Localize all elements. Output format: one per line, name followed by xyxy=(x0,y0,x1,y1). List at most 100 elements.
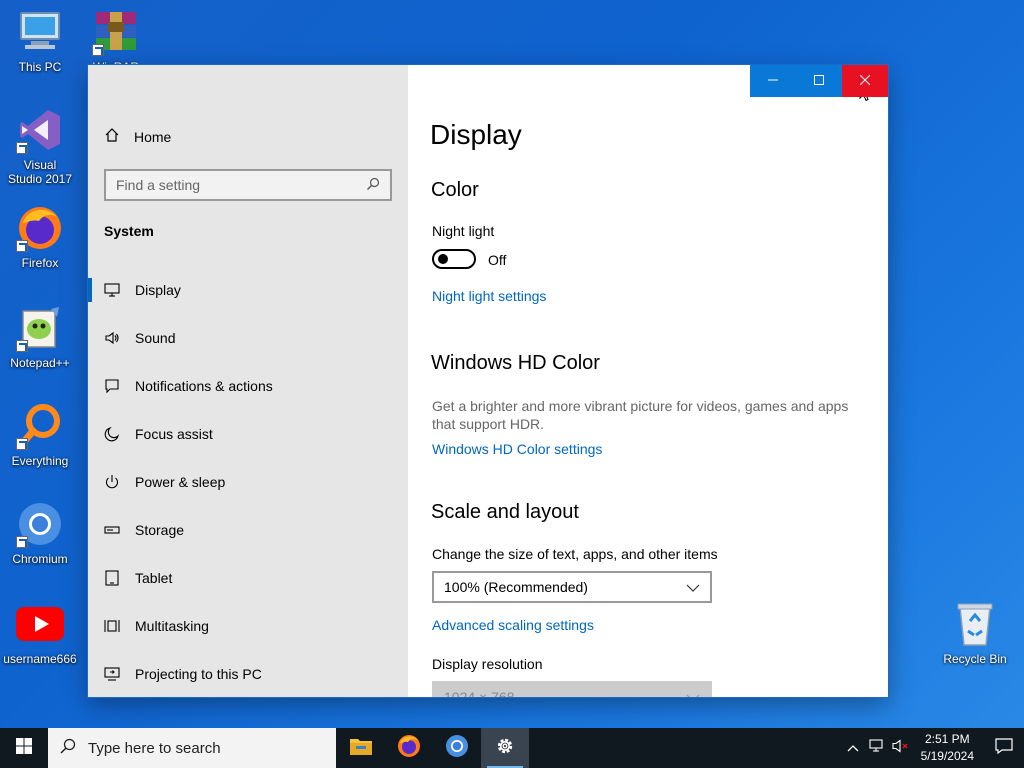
shortcut-arrow-icon xyxy=(16,340,28,352)
desktop-icon-label: Firefox xyxy=(21,256,59,270)
system-section-heading: System xyxy=(104,223,154,239)
taskbar-firefox[interactable] xyxy=(385,728,433,768)
desktop-icon-firefox[interactable]: Firefox xyxy=(0,204,80,270)
shortcut-arrow-icon xyxy=(16,240,28,252)
power-icon xyxy=(104,474,120,490)
taskbar-file-explorer[interactable] xyxy=(337,728,385,768)
resolution-dropdown[interactable]: 1024 × 768 xyxy=(432,681,712,697)
desktop-icon-chromium[interactable]: Chromium xyxy=(0,500,80,566)
this-pc-icon xyxy=(16,8,64,56)
desktop-icon-visual-studio[interactable]: Visual Studio 2017 xyxy=(0,106,80,186)
sidebar-item-label: Multitasking xyxy=(135,618,209,634)
system-tray: 2:51 PM 5/19/2024 xyxy=(841,728,1024,768)
taskbar-settings[interactable] xyxy=(481,728,529,768)
shortcut-arrow-icon xyxy=(16,438,28,450)
desktop-icon-everything[interactable]: Everything xyxy=(0,402,80,468)
desktop-icon-label: This PC xyxy=(18,60,62,74)
desktop-icon-label: Everything xyxy=(11,454,69,468)
sidebar-item-display[interactable]: Display xyxy=(88,266,408,314)
night-light-toggle[interactable] xyxy=(432,249,476,269)
start-button[interactable] xyxy=(0,728,48,768)
desktop-icon-label: Recycle Bin xyxy=(943,652,1007,666)
notepadpp-icon xyxy=(16,304,64,352)
find-setting-input[interactable]: Find a setting xyxy=(104,169,392,201)
home-label: Home xyxy=(134,128,172,145)
sidebar-item-tablet[interactable]: Tablet xyxy=(88,554,408,602)
everything-icon xyxy=(16,402,64,450)
volume-tray-button[interactable] xyxy=(889,728,913,768)
sidebar-item-label: Tablet xyxy=(135,570,173,586)
hd-color-settings-link[interactable]: Windows HD Color settings xyxy=(432,441,602,457)
sidebar-item-multitasking[interactable]: Multitasking xyxy=(88,602,408,650)
advanced-scaling-link[interactable]: Advanced scaling settings xyxy=(432,617,594,633)
home-icon xyxy=(104,127,120,146)
close-button[interactable] xyxy=(842,65,888,97)
night-light-label: Night light xyxy=(432,223,495,239)
recycle-bin-icon xyxy=(951,600,999,648)
minimize-button[interactable] xyxy=(750,65,796,97)
desktop-icon-label: Chromium xyxy=(12,552,68,566)
sidebar-item-storage[interactable]: Storage xyxy=(88,506,408,554)
sidebar-item-label: Projecting to this PC xyxy=(135,666,262,682)
desktop-icon-recycle-bin[interactable]: Recycle Bin xyxy=(935,600,1015,666)
action-center-button[interactable] xyxy=(984,728,1024,768)
sidebar-item-power-sleep[interactable]: Power & sleep xyxy=(88,458,408,506)
scale-dropdown[interactable]: 100% (Recommended) xyxy=(432,571,712,603)
desktop-icon-notepadpp[interactable]: Notepad++ xyxy=(0,304,80,370)
sidebar-item-focus-assist[interactable]: Focus assist xyxy=(88,410,408,458)
multitasking-icon xyxy=(104,618,120,634)
sidebar-item-projecting[interactable]: Projecting to this PC xyxy=(88,650,408,697)
search-icon xyxy=(366,177,380,194)
chevron-down-icon xyxy=(686,579,700,595)
chevron-up-icon xyxy=(847,739,859,757)
settings-window: Home Find a setting System Display Sound xyxy=(88,65,888,697)
notification-icon xyxy=(104,378,120,394)
shortcut-arrow-icon xyxy=(16,142,28,154)
taskbar-clock[interactable]: 2:51 PM 5/19/2024 xyxy=(913,731,984,765)
settings-content: Display Color Night light Off Night ligh… xyxy=(408,65,888,697)
storage-icon xyxy=(104,522,120,538)
sidebar-item-label: Focus assist xyxy=(135,426,213,442)
file-explorer-icon xyxy=(349,736,373,761)
desktop-icon-label: Visual Studio 2017 xyxy=(7,158,73,186)
taskbar-search-placeholder: Type here to search xyxy=(88,739,221,757)
home-nav-item[interactable]: Home xyxy=(104,127,171,146)
sidebar-item-label: Display xyxy=(135,282,181,298)
night-light-state: Off xyxy=(488,252,507,268)
hd-color-heading: Windows HD Color xyxy=(431,352,600,374)
desktop-icon-youtube[interactable]: username666 xyxy=(0,600,80,666)
notification-icon xyxy=(995,737,1013,759)
night-light-settings-link[interactable]: Night light settings xyxy=(432,288,546,304)
taskbar-chromium[interactable] xyxy=(433,728,481,768)
sidebar-item-sound[interactable]: Sound xyxy=(88,314,408,362)
volume-muted-icon xyxy=(892,738,910,758)
resolution-dropdown-value: 1024 × 768 xyxy=(444,689,515,697)
sidebar-item-label: Sound xyxy=(135,330,176,346)
sidebar-item-notifications[interactable]: Notifications & actions xyxy=(88,362,408,410)
desktop-icon-this-pc[interactable]: This PC xyxy=(0,8,80,74)
taskbar-search-box[interactable]: Type here to search xyxy=(48,728,336,768)
shortcut-arrow-icon xyxy=(92,44,104,56)
minimize-icon xyxy=(768,72,778,90)
resolution-label: Display resolution xyxy=(432,656,543,672)
shortcut-arrow-icon xyxy=(16,536,28,548)
windows-logo-icon xyxy=(16,737,32,759)
settings-icon xyxy=(495,736,515,761)
maximize-button[interactable] xyxy=(796,65,842,97)
desktop-icon-label: username666 xyxy=(3,652,77,666)
search-icon xyxy=(60,738,76,758)
clock-date: 5/19/2024 xyxy=(920,749,974,763)
chromium-icon xyxy=(16,500,64,548)
youtube-icon xyxy=(16,600,64,648)
search-placeholder: Find a setting xyxy=(116,177,201,193)
close-icon xyxy=(859,72,871,90)
network-tray-button[interactable] xyxy=(865,728,889,768)
desktop-icon-label: Notepad++ xyxy=(10,356,70,370)
visual-studio-icon xyxy=(16,106,64,154)
page-title: Display xyxy=(430,119,522,150)
firefox-icon xyxy=(16,204,64,252)
sidebar-item-label: Storage xyxy=(135,522,185,538)
show-hidden-icons-button[interactable] xyxy=(841,728,865,768)
color-heading: Color xyxy=(431,179,479,201)
scale-dropdown-value: 100% (Recommended) xyxy=(444,579,588,595)
